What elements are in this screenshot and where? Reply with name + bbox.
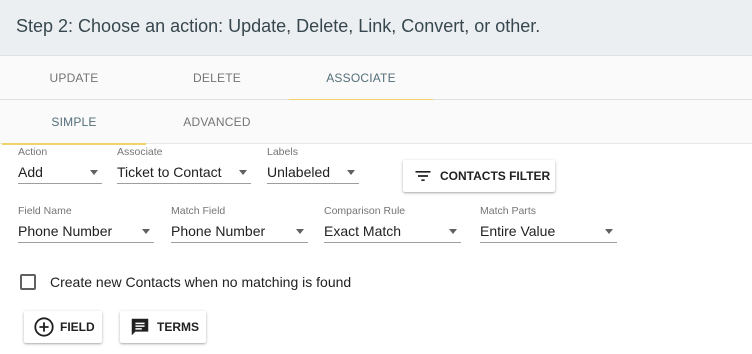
create-contacts-label: Create new Contacts when no matching is …: [50, 274, 352, 290]
chevron-down-icon: [296, 229, 304, 234]
match-field-label: Match Field: [171, 205, 226, 217]
tab-associate[interactable]: ASSOCIATE: [289, 56, 433, 101]
filter-list-icon: [413, 166, 433, 186]
associate-value: Ticket to Contact: [117, 163, 222, 180]
chevron-down-icon: [449, 229, 457, 234]
add-field-button[interactable]: FIELD: [24, 311, 102, 343]
comparison-rule-label: Comparison Rule: [324, 205, 406, 217]
primary-tab-bar: UPDATE DELETE ASSOCIATE: [0, 56, 752, 101]
match-parts-label: Match Parts: [480, 205, 537, 217]
field-name-label: Field Name: [18, 205, 72, 217]
chevron-down-icon: [90, 170, 98, 175]
terms-button[interactable]: TERMS: [120, 311, 206, 343]
tab-advanced[interactable]: ADVANCED: [145, 100, 289, 144]
action-label: Action: [18, 146, 48, 158]
step-title: Step 2: Choose an action: Update, Delete…: [16, 16, 541, 36]
action-value: Add: [18, 163, 43, 180]
labels-label: Labels: [267, 146, 298, 158]
comment-icon: [129, 316, 151, 338]
contacts-filter-label: CONTACTS FILTER: [440, 169, 551, 183]
chevron-down-icon: [605, 229, 613, 234]
match-parts-value: Entire Value: [480, 222, 556, 239]
labels-select[interactable]: Unlabeled: [267, 160, 359, 184]
field-name-select[interactable]: Phone Number: [18, 219, 154, 243]
comparison-rule-select[interactable]: Exact Match: [324, 219, 461, 243]
associate-select[interactable]: Ticket to Contact: [117, 160, 251, 184]
contacts-filter-button[interactable]: CONTACTS FILTER: [403, 160, 555, 192]
chevron-down-icon: [347, 170, 355, 175]
step-header: Step 2: Choose an action: Update, Delete…: [0, 0, 752, 56]
create-contacts-row: Create new Contacts when no matching is …: [20, 274, 351, 290]
tab-simple[interactable]: SIMPLE: [2, 100, 146, 145]
match-field-value: Phone Number: [171, 222, 266, 239]
tab-delete[interactable]: DELETE: [145, 56, 289, 100]
associate-label: Associate: [117, 146, 163, 158]
chevron-down-icon: [142, 229, 150, 234]
chevron-down-icon: [239, 170, 247, 175]
labels-value: Unlabeled: [267, 163, 331, 180]
secondary-tab-bar: SIMPLE ADVANCED: [0, 100, 752, 145]
terms-label: TERMS: [157, 320, 199, 334]
add-circle-icon: [33, 316, 55, 338]
match-field-select[interactable]: Phone Number: [171, 219, 308, 243]
add-field-label: FIELD: [60, 320, 95, 334]
create-contacts-checkbox[interactable]: [20, 274, 36, 290]
comparison-rule-value: Exact Match: [324, 222, 402, 239]
field-name-value: Phone Number: [18, 222, 113, 239]
match-parts-select[interactable]: Entire Value: [480, 219, 617, 243]
action-select[interactable]: Add: [18, 160, 102, 184]
tab-update[interactable]: UPDATE: [2, 56, 146, 100]
